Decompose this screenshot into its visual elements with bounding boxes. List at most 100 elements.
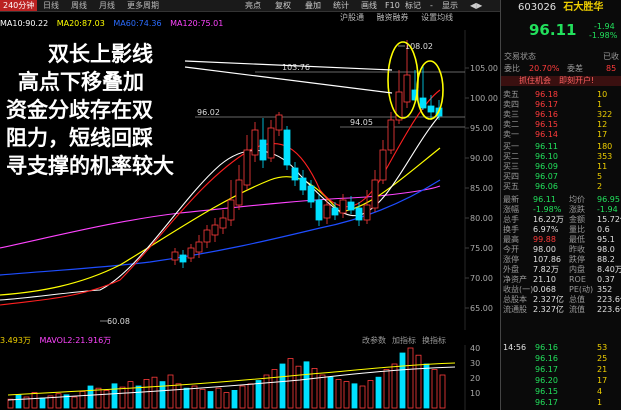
volume-bar <box>399 352 406 409</box>
stat-label: 换手 <box>503 225 519 234</box>
volume-chart[interactable]: 40 30 20 10 <box>0 345 500 410</box>
f10-button[interactable]: F10 <box>385 0 400 11</box>
tab-monthly[interactable]: 月线 <box>96 0 118 11</box>
stat-row[interactable]: 外盘 7.82万 内盘 8.40万 <box>501 265 621 275</box>
volume-bar <box>295 365 302 409</box>
stat-row[interactable]: 换手 6.97% 量比 0.6 <box>501 225 621 235</box>
resist1-label: 103.76 <box>282 63 310 72</box>
stats-button[interactable]: 统计 <box>333 0 349 11</box>
volume-bar <box>79 391 86 409</box>
sell-row[interactable]: 卖三 96.16 322 <box>501 110 621 120</box>
candle <box>323 198 331 224</box>
volume-bar <box>31 392 38 409</box>
draw-button[interactable]: 画线 <box>361 0 377 11</box>
sell-level-label: 卖二 <box>503 120 519 129</box>
buy-volume: 2 <box>597 182 603 191</box>
stat-label: 今开 <box>503 245 519 254</box>
stat-row[interactable]: 收益(一) 0.068 PE(动) 352 <box>501 285 621 295</box>
nav-arrows-button[interactable]: ◀▶ <box>470 0 482 11</box>
display-button[interactable]: 显示 <box>442 0 458 11</box>
tick-volume: 4 <box>597 387 603 396</box>
stat-value: -1.98% <box>533 205 562 214</box>
stat-label: 总手 <box>503 215 519 224</box>
volume-bar <box>255 380 262 409</box>
overlay-button[interactable]: 叠加 <box>305 0 321 11</box>
stat-row[interactable]: 最新 96.11 均价 96.95 <box>501 195 621 205</box>
stat-label: 最低 <box>569 235 585 244</box>
buy-row[interactable]: 买三 96.09 11 <box>501 162 621 172</box>
volume-bar <box>199 388 206 409</box>
stat-label: 净资产 <box>503 275 527 284</box>
stat-value: 95.1 <box>597 235 615 244</box>
volume-bar <box>335 379 342 409</box>
highlight-button[interactable]: 亮点 <box>245 0 261 11</box>
y-axis-label: 100.00 <box>470 94 498 103</box>
sell-level-label: 卖五 <box>503 90 519 99</box>
fuquan-button[interactable]: 复权 <box>275 0 291 11</box>
volume-bar <box>279 363 286 409</box>
tick-volume: 21 <box>597 365 608 374</box>
buy-row[interactable]: 买二 96.10 353 <box>501 152 621 162</box>
tab-weekly[interactable]: 周线 <box>68 0 90 11</box>
resist2-label: 96.02 <box>197 108 220 117</box>
y-axis-label: 85.00 <box>470 184 493 193</box>
tick-row[interactable]: 96.17 1 <box>501 398 621 408</box>
minus-button[interactable]: - <box>430 0 433 11</box>
sell-row[interactable]: 卖四 96.17 1 <box>501 100 621 110</box>
stat-label: 内盘 <box>569 265 585 274</box>
mark-button[interactable]: 标记 <box>405 0 421 11</box>
stat-label: 涨跌 <box>569 205 585 214</box>
ma-legend: MA10:90.22 MA20:87.03 MA60:74.36 MA120:7… <box>0 19 229 29</box>
stat-value: 2.327亿 <box>533 305 564 314</box>
stat-value: 96.95 <box>597 195 620 204</box>
tab-240min[interactable]: 240分钟 <box>0 0 38 11</box>
tick-price: 96.16 <box>535 354 558 363</box>
sub-tabs: 沪股通 融资融券 设置均线 <box>340 12 463 23</box>
sell-level-label: 卖三 <box>503 110 519 119</box>
sell-volume: 1 <box>597 100 603 109</box>
tab-ma-settings[interactable]: 设置均线 <box>421 13 453 22</box>
buy-row[interactable]: 买四 96.07 5 <box>501 172 621 182</box>
volume-bar <box>111 383 118 409</box>
stat-label: 均价 <box>569 195 585 204</box>
stat-value: 6.97% <box>533 225 559 234</box>
stat-row[interactable]: 流通股 2.327亿流值 223.6亿 <box>501 305 621 315</box>
buy-row[interactable]: 买五 96.06 2 <box>501 182 621 192</box>
tab-more-periods[interactable]: 更多周期 <box>124 0 162 11</box>
volume-bar <box>287 358 294 409</box>
stat-label: 流通股 <box>503 305 527 314</box>
volume-bar <box>343 381 350 409</box>
buy-row[interactable]: 买一 96.11 180 <box>501 142 621 152</box>
ma60-base <box>0 200 440 265</box>
stat-row[interactable]: 今开 98.00 昨收 98.0 <box>501 245 621 255</box>
low-price-label: 60.08 <box>107 317 130 326</box>
stat-row[interactable]: 净资产 21.10 ROE 0.37 <box>501 275 621 285</box>
buy-price: 96.11 <box>535 142 558 151</box>
stat-value: -1.94 <box>597 205 618 214</box>
stat-row[interactable]: 涨停 107.86 跌停 88.2 <box>501 255 621 265</box>
tab-margin[interactable]: 融资融券 <box>377 13 409 22</box>
stat-row[interactable]: 涨幅 -1.98% 涨跌 -1.94 <box>501 205 621 215</box>
sell-row[interactable]: 卖二 96.15 12 <box>501 120 621 130</box>
volume-bar <box>375 376 382 409</box>
tab-hugutong[interactable]: 沪股通 <box>340 13 364 22</box>
sell-price: 96.15 <box>535 120 558 129</box>
volume-bar <box>439 374 446 409</box>
stat-label: 外盘 <box>503 265 519 274</box>
sell-row[interactable]: 卖五 96.18 10 <box>501 90 621 100</box>
tick-row[interactable]: 96.17 21 <box>501 365 621 375</box>
stat-row[interactable]: 总股本 2.327亿总值 223.6亿 <box>501 295 621 305</box>
tick-row[interactable]: 96.20 17 <box>501 376 621 386</box>
tick-price: 96.15 <box>535 387 558 396</box>
stat-row[interactable]: 总手 16.22万金额 15.72亿 <box>501 215 621 225</box>
tab-daily[interactable]: 日线 <box>40 0 62 11</box>
quote-panel: 603026 石大胜华 96.11 -1.94 -1.98% 交易状态 已收 委… <box>500 0 621 410</box>
tick-row[interactable]: 96.16 25 <box>501 354 621 364</box>
tick-row[interactable]: 96.15 4 <box>501 387 621 397</box>
tick-row[interactable]: 14:56 96.16 53 <box>501 343 621 353</box>
open-account-banner[interactable]: 抓住机会 即刻开户! <box>501 76 621 86</box>
volume-bar <box>143 379 150 409</box>
sell-row[interactable]: 卖一 96.14 17 <box>501 130 621 140</box>
volume-axis-label: 20 <box>470 374 480 383</box>
stat-row[interactable]: 最高 99.88 最低 95.1 <box>501 235 621 245</box>
